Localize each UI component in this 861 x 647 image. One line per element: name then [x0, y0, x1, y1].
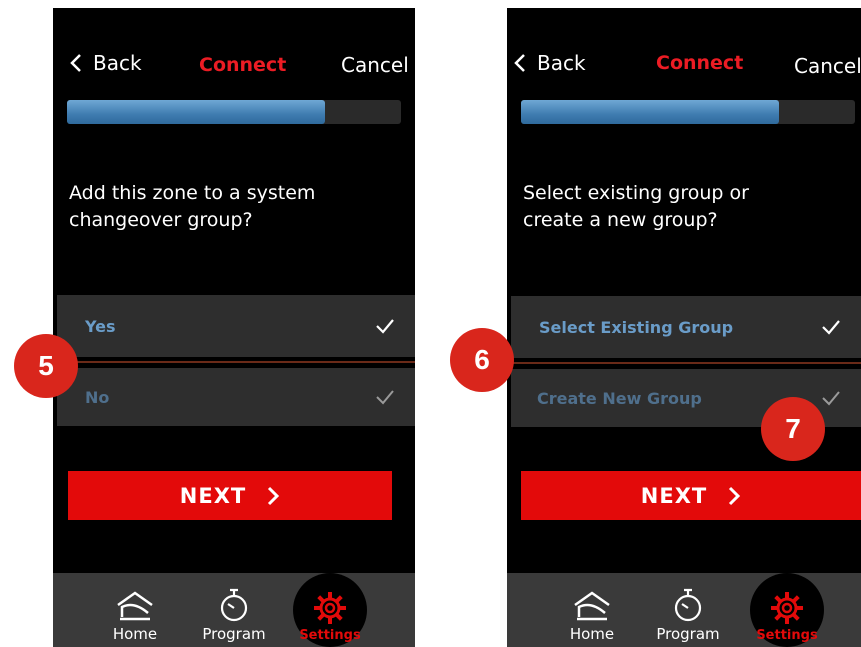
- question-text: Select existing group or create a new gr…: [523, 180, 749, 234]
- bottom-nav: Home Program Settings: [507, 573, 861, 647]
- nav-home[interactable]: Home: [105, 573, 165, 647]
- option-select-existing-group[interactable]: Select Existing Group: [511, 296, 861, 358]
- question-line-1: Add this zone to a system: [69, 182, 316, 204]
- option-label: Create New Group: [537, 388, 702, 408]
- question-line-2: create a new group?: [523, 209, 718, 231]
- question-text: Add this zone to a system changeover gro…: [69, 180, 315, 234]
- checkmark-icon: [376, 390, 394, 405]
- home-icon: [574, 591, 610, 621]
- progress-fill: [67, 100, 325, 124]
- callout-badge-7: 7: [761, 397, 825, 461]
- divider: [511, 362, 861, 364]
- timer-icon: [220, 588, 248, 622]
- chevron-left-icon: [514, 54, 525, 72]
- bottom-nav: Home Program Settings: [53, 573, 415, 647]
- callout-badge-5: 5: [14, 334, 78, 398]
- callout-badge-6: 6: [450, 328, 514, 392]
- phone-screen-right: Back Connect Cancel Select existing grou…: [507, 8, 861, 647]
- nav-program[interactable]: Program: [653, 573, 723, 647]
- option-no[interactable]: No: [57, 368, 415, 426]
- screen-title: Connect: [656, 52, 744, 74]
- next-label: NEXT: [179, 483, 247, 508]
- phone-screen-left: Back Connect Cancel Add this zone to a s…: [53, 8, 415, 647]
- progress-bar: [521, 100, 855, 124]
- gear-icon: [771, 592, 803, 624]
- nav-program-label: Program: [656, 625, 720, 643]
- back-label: Back: [537, 51, 586, 75]
- nav-home-label: Home: [112, 625, 158, 643]
- checkmark-icon: [822, 391, 840, 406]
- home-icon: [117, 591, 153, 621]
- nav-program-label: Program: [202, 625, 266, 643]
- chevron-right-icon: [268, 486, 280, 505]
- nav-settings[interactable]: Settings: [750, 573, 824, 647]
- back-button[interactable]: Back: [69, 51, 142, 75]
- cancel-button[interactable]: Cancel: [794, 54, 861, 78]
- question-line-2: changeover group?: [69, 209, 253, 231]
- nav-settings[interactable]: Settings: [293, 573, 367, 647]
- next-button[interactable]: NEXT: [521, 471, 861, 520]
- nav-home[interactable]: Home: [562, 573, 622, 647]
- progress-fill: [521, 100, 779, 124]
- checkmark-icon: [376, 319, 394, 334]
- option-yes[interactable]: Yes: [57, 295, 415, 357]
- nav-program[interactable]: Program: [199, 573, 269, 647]
- back-label: Back: [93, 51, 142, 75]
- option-label: Yes: [85, 316, 116, 336]
- next-button[interactable]: NEXT: [68, 471, 392, 520]
- top-bar: Back Connect Cancel: [507, 8, 861, 98]
- option-label: Select Existing Group: [539, 317, 734, 337]
- nav-settings-label: Settings: [299, 628, 361, 643]
- timer-icon: [674, 588, 702, 622]
- chevron-right-icon: [729, 486, 741, 505]
- checkmark-icon: [822, 320, 840, 335]
- option-label: No: [85, 387, 110, 407]
- question-line-1: Select existing group or: [523, 182, 749, 204]
- nav-home-label: Home: [569, 625, 615, 643]
- back-button[interactable]: Back: [513, 51, 586, 75]
- screen-title: Connect: [199, 54, 287, 76]
- next-label: NEXT: [640, 483, 708, 508]
- gear-icon: [314, 592, 346, 624]
- chevron-left-icon: [70, 54, 81, 72]
- cancel-button[interactable]: Cancel: [341, 53, 409, 77]
- progress-bar: [67, 100, 401, 124]
- divider: [57, 361, 415, 363]
- nav-settings-label: Settings: [756, 628, 818, 643]
- top-bar: Back Connect Cancel: [53, 8, 415, 98]
